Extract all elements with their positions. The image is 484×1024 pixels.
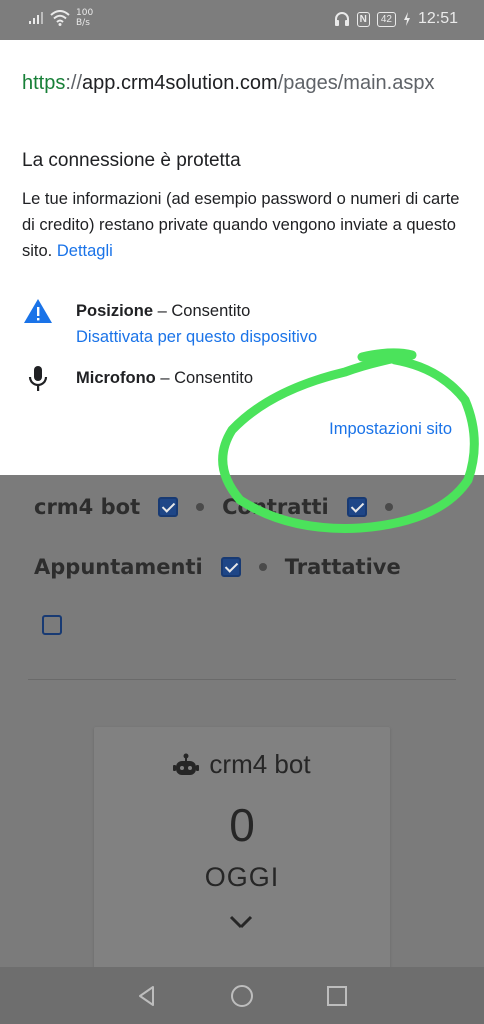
permission-location-text: Posizione – Consentito Disattivata per q… [76,298,317,350]
permission-microphone[interactable]: Microfono – Consentito [22,365,253,393]
filter-row-2: Appuntamenti Trattative [34,555,401,579]
permission-dash: – [157,302,167,320]
site-info-popup: https://app.crm4solution.com/pages/main.… [0,40,484,475]
network-speed: 100 B/s [76,8,93,28]
checkbox-contratti[interactable] [346,497,367,517]
connection-description: Le tue informazioni (ad esempio password… [22,186,462,264]
close-icon[interactable] [227,915,257,929]
robot-icon [173,753,200,775]
clock: 12:51 [417,10,458,27]
checkbox-appuntamenti[interactable] [220,557,241,577]
headphones-icon [334,12,349,26]
permission-microphone-name: Microfono [76,369,156,387]
filter-label-appuntamenti: Appuntamenti [34,555,203,579]
permission-microphone-text: Microfono – Consentito [76,365,253,391]
status-right: N 42 12:51 [334,10,458,28]
microphone-icon [28,366,48,391]
permission-location-icon-wrap [22,298,54,326]
recents-icon[interactable] [326,985,348,1007]
permission-location-sub[interactable]: Disattivata per questo dispositivo [76,324,317,350]
permission-location[interactable]: Posizione – Consentito Disattivata per q… [22,298,317,350]
site-settings-button[interactable]: Impostazioni sito [329,420,452,439]
permission-location-status: Consentito [171,302,251,320]
signal-icon [29,12,43,24]
permission-microphone-status: Consentito [174,369,254,387]
dimmed-page: crm4 bot Contratti Appuntamenti Trattati… [0,475,484,987]
filter-row-3 [42,615,62,635]
page-url: https://app.crm4solution.com/pages/main.… [22,66,452,100]
details-link[interactable]: Dettagli [57,242,113,260]
filter-row-1: crm4 bot Contratti [34,495,393,519]
stats-card: crm4 bot 0 OGGI [94,727,390,987]
home-icon[interactable] [230,984,254,1008]
nfc-icon: N [356,11,370,27]
charging-icon [403,12,410,26]
url-host: app.crm4solution.com [82,72,278,94]
filter-label-trattative: Trattative [284,555,401,579]
network-speed-value: 100 [76,8,94,18]
bullet-dot [196,503,205,511]
battery-icon: 42 [376,11,396,27]
warning-triangle-icon [24,299,52,323]
status-bar: 100 B/s N 42 12:51 [0,0,484,40]
card-period: OGGI [204,862,280,892]
checkbox-trattative[interactable] [42,615,62,635]
bullet-dot [384,503,393,511]
url-path: /pages/main.aspx [277,72,435,94]
connection-title: La connessione è protetta [22,150,241,171]
bullet-dot [258,563,267,571]
card-title-text: crm4 bot [209,749,311,779]
permission-microphone-icon-wrap [22,365,54,393]
permission-location-name: Posizione [76,302,154,320]
url-scheme: https [22,72,66,94]
card-title: crm4 bot [94,749,390,780]
status-left: 100 B/s [28,8,93,28]
navigation-bar [0,967,484,1024]
filter-label-crm4-bot: crm4 bot [34,495,141,519]
network-speed-unit: B/s [76,18,90,28]
back-icon[interactable] [136,985,158,1007]
filter-label-contratti: Contratti [222,495,329,519]
divider [28,679,456,680]
permission-dash: – [160,369,170,387]
url-separator: :// [65,72,83,94]
checkbox-crm4-bot[interactable] [158,497,179,517]
card-count: 0 [229,799,255,851]
wifi-icon [50,10,70,26]
